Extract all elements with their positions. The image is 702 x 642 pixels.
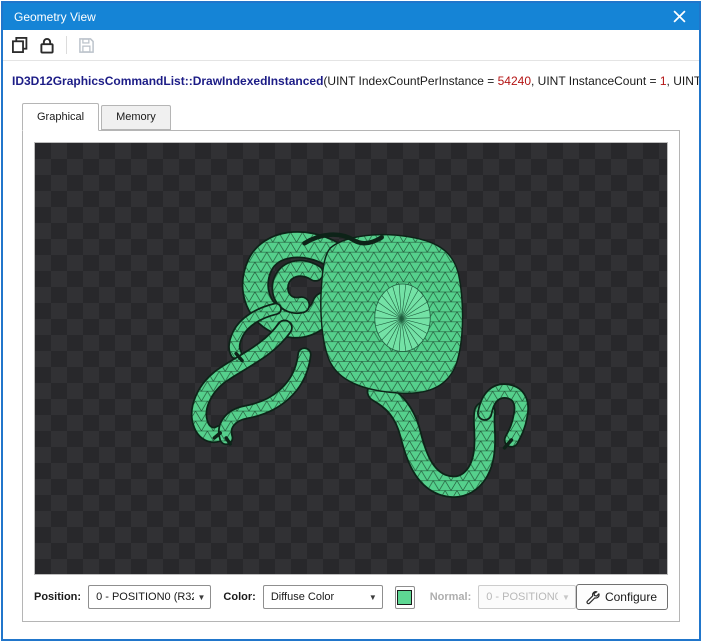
wrench-icon bbox=[585, 590, 600, 605]
tab-strip: Graphical Memory bbox=[3, 103, 699, 130]
lock-icon bbox=[38, 36, 56, 54]
chevron-down-icon: ▼ bbox=[562, 593, 570, 602]
api-args: , UINT StartI…n bbox=[667, 74, 699, 88]
color-dropdown[interactable]: Diffuse Color ▼ bbox=[263, 585, 383, 609]
copy-button[interactable] bbox=[10, 35, 30, 55]
color-swatch-fill bbox=[397, 590, 412, 605]
tab-graphical[interactable]: Graphical bbox=[22, 103, 99, 131]
chevron-down-icon: ▼ bbox=[198, 593, 206, 602]
close-icon bbox=[673, 10, 686, 23]
geometry-model bbox=[35, 143, 667, 574]
vertex-channel-controls: Position: 0 - POSITION0 (R32 ▼ Color: Di… bbox=[34, 584, 668, 610]
normal-dropdown-value: 0 - POSITION0 (R32 bbox=[486, 591, 558, 603]
lock-button[interactable] bbox=[37, 35, 57, 55]
tab-memory[interactable]: Memory bbox=[101, 105, 171, 130]
color-swatch-button[interactable] bbox=[395, 586, 415, 609]
position-dropdown[interactable]: 0 - POSITION0 (R32 ▼ bbox=[88, 585, 211, 609]
graphical-tab-panel: Position: 0 - POSITION0 (R32 ▼ Color: Di… bbox=[22, 130, 680, 622]
configure-button-label: Configure bbox=[605, 590, 657, 604]
api-method-name: ID3D12GraphicsCommandList::DrawIndexedIn… bbox=[12, 74, 323, 88]
close-button[interactable] bbox=[664, 5, 694, 29]
normal-dropdown: 0 - POSITION0 (R32 ▼ bbox=[478, 585, 576, 609]
api-call-text: ID3D12GraphicsCommandList::DrawIndexedIn… bbox=[3, 61, 699, 98]
color-label: Color: bbox=[223, 591, 255, 603]
toolbar-separator bbox=[66, 36, 67, 54]
save-button bbox=[76, 35, 96, 55]
title-bar: Geometry View bbox=[3, 3, 699, 30]
color-dropdown-value: Diffuse Color bbox=[271, 591, 365, 603]
position-dropdown-value: 0 - POSITION0 (R32 bbox=[96, 591, 193, 603]
api-value: 1 bbox=[660, 74, 667, 88]
toolbar bbox=[3, 30, 699, 61]
api-args: , UINT InstanceCount = bbox=[531, 74, 660, 88]
position-label: Position: bbox=[34, 591, 81, 603]
copy-icon bbox=[11, 36, 29, 54]
save-icon bbox=[78, 37, 95, 54]
chevron-down-icon: ▼ bbox=[369, 593, 377, 602]
geometry-view-window: Geometry View ID3D1 bbox=[1, 1, 701, 641]
api-args: (UINT IndexCountPerInstance = bbox=[323, 74, 497, 88]
configure-button[interactable]: Configure bbox=[576, 584, 668, 610]
api-value: 54240 bbox=[498, 74, 531, 88]
window-title: Geometry View bbox=[14, 10, 96, 24]
geometry-canvas[interactable] bbox=[34, 142, 668, 575]
normal-label: Normal: bbox=[430, 591, 472, 603]
